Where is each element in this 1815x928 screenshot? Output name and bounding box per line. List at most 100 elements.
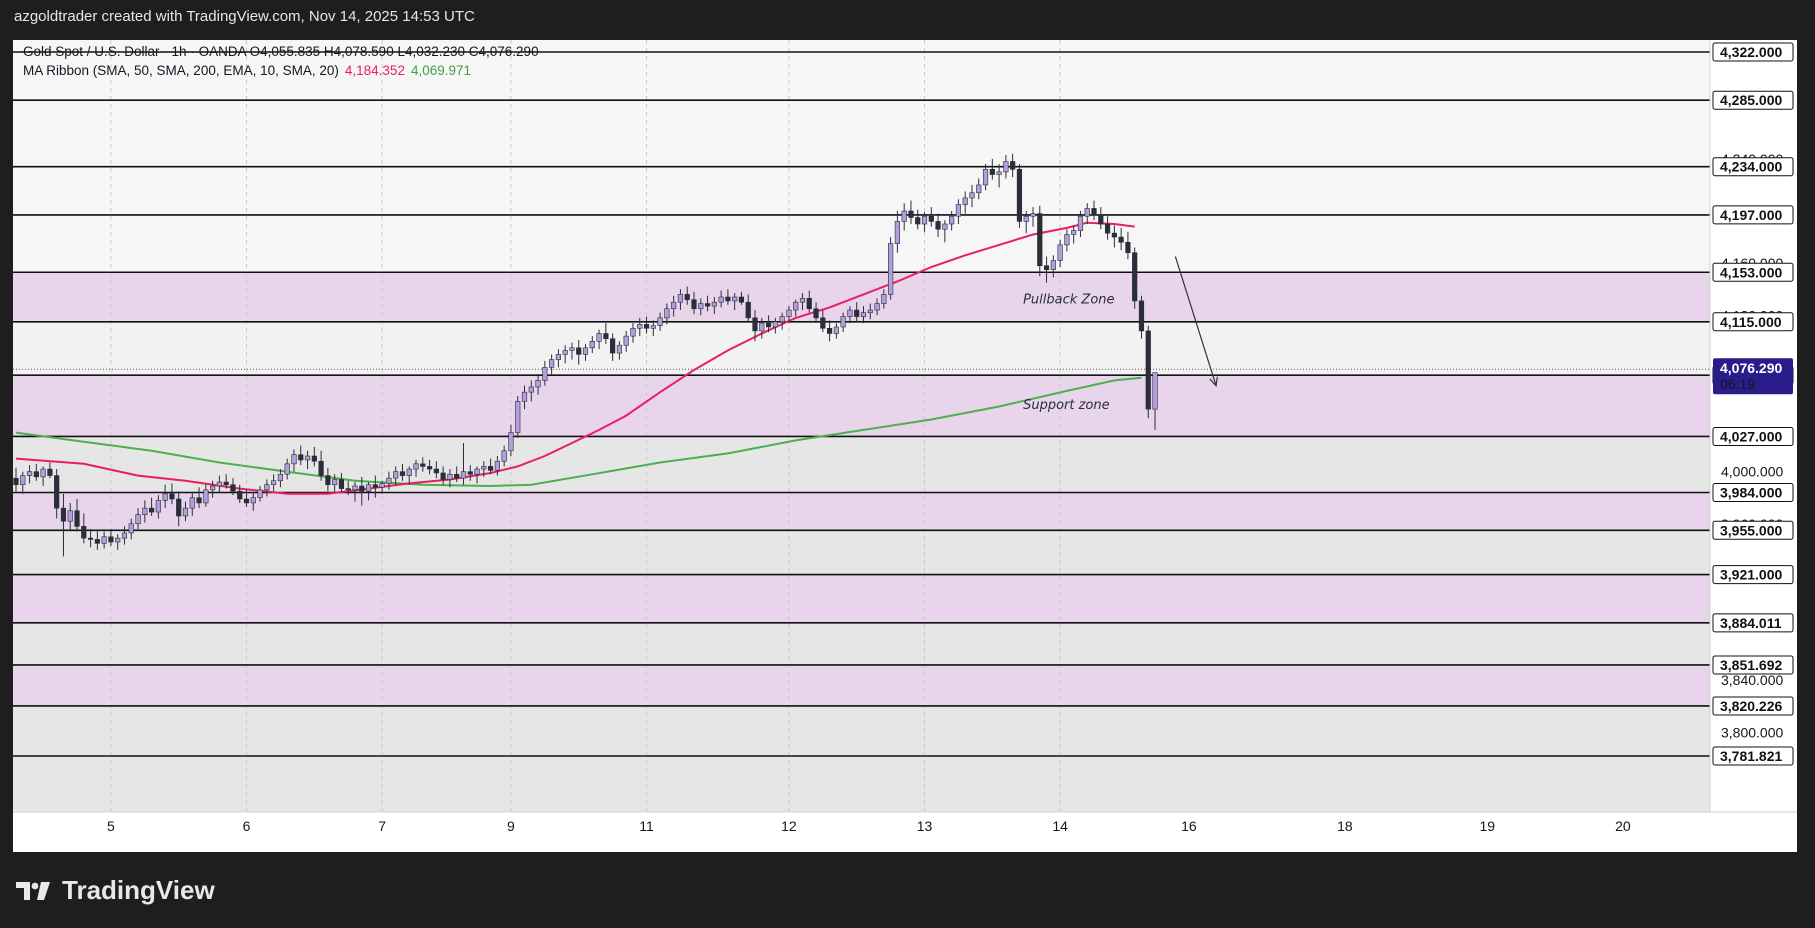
candle[interactable] <box>732 296 738 302</box>
candle[interactable] <box>643 324 650 329</box>
candle[interactable] <box>243 498 250 504</box>
candle[interactable] <box>60 507 67 522</box>
candle[interactable] <box>162 493 168 501</box>
candle[interactable] <box>271 480 277 485</box>
candle[interactable] <box>508 432 514 452</box>
candle[interactable] <box>867 309 873 313</box>
candle[interactable] <box>338 479 345 489</box>
candle[interactable] <box>501 450 507 462</box>
candle[interactable] <box>854 309 860 317</box>
candle[interactable] <box>399 471 406 476</box>
candle[interactable] <box>1010 161 1016 170</box>
candle[interactable] <box>359 485 365 492</box>
candle[interactable] <box>121 532 128 539</box>
candle[interactable] <box>752 317 758 332</box>
candle[interactable] <box>847 309 853 317</box>
candle[interactable] <box>1098 214 1104 225</box>
candle[interactable] <box>365 484 372 492</box>
candle[interactable] <box>962 197 968 205</box>
candle[interactable] <box>1104 223 1111 234</box>
candle[interactable] <box>664 308 670 319</box>
candle[interactable] <box>1043 265 1050 270</box>
candle[interactable] <box>650 325 656 329</box>
candle[interactable] <box>1016 168 1023 222</box>
candle[interactable] <box>74 510 80 527</box>
candle[interactable] <box>772 321 778 328</box>
candle[interactable] <box>779 316 785 323</box>
candle[interactable] <box>1111 232 1117 238</box>
candle[interactable] <box>562 350 568 355</box>
candle[interactable] <box>487 466 494 471</box>
candle[interactable] <box>189 497 195 509</box>
candle[interactable] <box>894 221 900 244</box>
candle[interactable] <box>223 481 229 485</box>
candle[interactable] <box>1030 213 1036 217</box>
candle[interactable] <box>745 301 751 319</box>
candle[interactable] <box>250 497 256 504</box>
candle[interactable] <box>840 316 846 328</box>
candle[interactable] <box>54 475 60 509</box>
candle[interactable] <box>759 322 765 332</box>
candle[interactable] <box>542 367 548 381</box>
candle[interactable] <box>372 484 378 488</box>
candle[interactable] <box>386 477 392 484</box>
candle[interactable] <box>630 327 636 337</box>
candle[interactable] <box>33 471 39 478</box>
candle[interactable] <box>1138 300 1145 332</box>
candle[interactable] <box>623 335 629 346</box>
candle[interactable] <box>901 210 907 222</box>
candle[interactable] <box>596 333 602 342</box>
candle[interactable] <box>1152 372 1158 410</box>
candle[interactable] <box>704 303 711 307</box>
candle[interactable] <box>535 380 541 388</box>
candle[interactable] <box>298 454 304 461</box>
candle[interactable] <box>494 460 500 471</box>
candle[interactable] <box>610 338 616 354</box>
candle[interactable] <box>908 210 914 218</box>
candle[interactable] <box>13 477 19 485</box>
candle[interactable] <box>420 463 426 467</box>
candle[interactable] <box>81 526 87 539</box>
candle[interactable] <box>26 471 33 476</box>
candle[interactable] <box>982 168 989 186</box>
candle[interactable] <box>786 309 792 317</box>
candle[interactable] <box>1037 213 1043 267</box>
candle[interactable] <box>101 536 107 544</box>
candle[interactable] <box>949 215 955 225</box>
candle[interactable] <box>1091 208 1097 216</box>
candle[interactable] <box>467 471 473 475</box>
candle[interactable] <box>115 537 121 543</box>
candle[interactable] <box>210 485 216 491</box>
candle[interactable] <box>942 223 948 230</box>
candle[interactable] <box>1084 208 1090 217</box>
candle[interactable] <box>521 391 528 402</box>
candle[interactable] <box>576 347 582 355</box>
candle[interactable] <box>67 510 73 522</box>
candle[interactable] <box>352 485 358 491</box>
candle[interactable] <box>684 294 690 300</box>
candle[interactable] <box>169 493 175 500</box>
candle[interactable] <box>528 386 534 393</box>
candle[interactable] <box>128 523 134 534</box>
candle[interactable] <box>284 463 290 475</box>
candle[interactable] <box>216 481 223 487</box>
candle[interactable] <box>806 298 812 310</box>
candle[interactable] <box>311 455 317 462</box>
candle[interactable] <box>318 460 324 476</box>
candle[interactable] <box>589 341 595 349</box>
candle[interactable] <box>996 171 1002 175</box>
candle[interactable] <box>935 221 941 230</box>
candle[interactable] <box>40 468 46 478</box>
candle[interactable] <box>976 184 982 194</box>
candle[interactable] <box>108 536 114 543</box>
candle[interactable] <box>616 344 623 354</box>
candle[interactable] <box>711 301 717 307</box>
candle[interactable] <box>1057 244 1063 261</box>
candle[interactable] <box>989 168 995 175</box>
candle[interactable] <box>1023 215 1029 222</box>
candle[interactable] <box>671 301 677 310</box>
candle[interactable] <box>433 468 439 474</box>
candle[interactable] <box>460 471 467 479</box>
candle[interactable] <box>94 539 100 544</box>
candle[interactable] <box>691 299 697 310</box>
